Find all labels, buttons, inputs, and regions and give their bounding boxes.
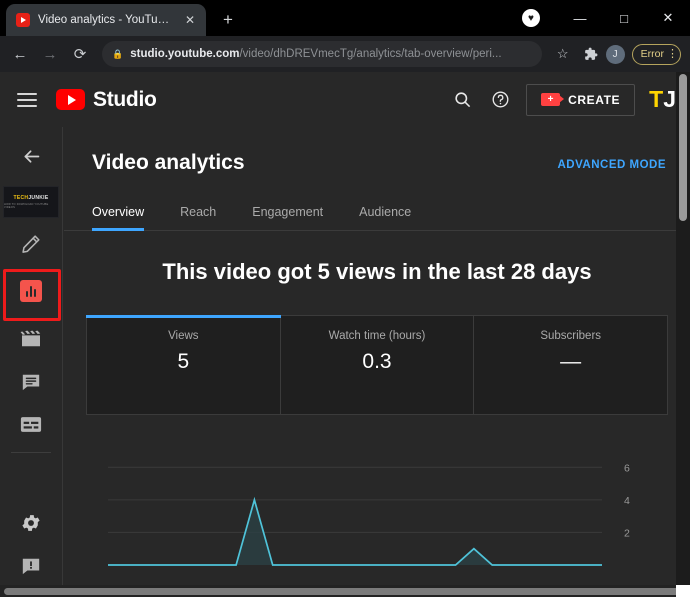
chart-y-tick-label: 2 — [624, 527, 630, 539]
create-button[interactable]: + CREATE — [526, 84, 635, 116]
lock-icon: 🔒 — [112, 49, 123, 60]
new-tab-button[interactable]: + — [214, 6, 242, 34]
search-icon[interactable] — [450, 88, 474, 112]
views-line-chart[interactable]: 2 4 6 — [86, 433, 668, 573]
reload-button[interactable]: ⟳ — [66, 40, 94, 68]
chart-y-tick-label: 4 — [624, 495, 630, 507]
avatar-initial-second: J — [663, 88, 676, 111]
video-thumbnail[interactable]: TECHJUNKIE HOW TO DOWNLOAD YOUTUBE VIDEO… — [3, 186, 59, 218]
metric-card-subscribers[interactable]: Subscribers — — [474, 316, 667, 414]
forward-button[interactable]: → — [36, 40, 64, 68]
metric-label: Watch time (hours) — [329, 330, 426, 342]
sidebar-item-editor[interactable] — [0, 317, 63, 360]
sidebar-item-subtitles[interactable] — [0, 403, 63, 446]
thumbnail-subtitle: HOW TO DOWNLOAD YOUTUBE VIDEOS — [4, 203, 58, 209]
scrollbar-thumb[interactable] — [4, 588, 690, 595]
thumbnail-title: TECHJUNKIE — [14, 195, 49, 201]
browser-tab[interactable]: Video analytics - YouTube Studio ✕ — [6, 4, 206, 36]
tab-title: Video analytics - YouTube Studio — [38, 14, 174, 26]
minimize-button[interactable]: — — [558, 0, 602, 36]
annotation-highlight-box — [3, 269, 61, 321]
three-dots-icon[interactable]: ⋮ — [667, 50, 677, 58]
sidebar-item-comments[interactable] — [0, 360, 63, 403]
chart-y-tick-label: 6 — [624, 462, 630, 474]
vertical-scrollbar[interactable] — [676, 72, 690, 585]
sidebar-item-send-feedback[interactable] — [0, 544, 63, 587]
analytics-headline: This video got 5 views in the last 28 da… — [64, 259, 690, 285]
metric-card-views[interactable]: Views 5 — [87, 316, 281, 414]
create-label: CREATE — [568, 93, 620, 107]
analytics-header: Video analytics ADVANCED MODE — [64, 127, 690, 175]
page-title: Video analytics — [92, 151, 245, 175]
video-sidebar: TECHJUNKIE HOW TO DOWNLOAD YOUTUBE VIDEO… — [0, 127, 63, 597]
metric-label: Views — [168, 330, 198, 342]
sidebar-back-button[interactable] — [0, 135, 63, 178]
tab-engagement[interactable]: Engagement — [252, 197, 341, 230]
youtube-logo-icon — [56, 89, 85, 110]
tab-audience[interactable]: Audience — [359, 197, 429, 230]
window-controls: ♥ — □ ✕ — [522, 0, 690, 36]
horizontal-scrollbar[interactable] — [0, 585, 676, 597]
analytics-main: Video analytics ADVANCED MODE Overview R… — [64, 127, 690, 597]
metric-value: 5 — [177, 350, 189, 374]
url-text: studio.youtube.com/video/dhDREVmecTg/ana… — [130, 48, 501, 60]
sidebar-divider — [11, 452, 51, 453]
window-close-button[interactable]: ✕ — [646, 0, 690, 36]
browser-toolbar: ← → ⟳ 🔒 studio.youtube.com/video/dhDREVm… — [0, 36, 690, 72]
analytics-tabs: Overview Reach Engagement Audience — [64, 197, 690, 231]
browser-window: Video analytics - YouTube Studio ✕ + ♥ —… — [0, 0, 690, 597]
sidebar-item-settings[interactable] — [0, 501, 63, 544]
sidebar-item-details[interactable] — [0, 222, 63, 265]
hamburger-icon[interactable] — [14, 87, 40, 113]
avatar-initial-first: T — [649, 88, 663, 111]
video-camera-plus-icon: + — [541, 93, 560, 106]
tab-reach[interactable]: Reach — [180, 197, 234, 230]
studio-logo[interactable]: Studio — [56, 88, 157, 112]
studio-header: Studio + CREATE TJ — [0, 72, 690, 127]
metric-card-watch-time[interactable]: Watch time (hours) 0.3 — [281, 316, 475, 414]
metric-value: 0.3 — [362, 350, 391, 374]
scrollbar-corner — [676, 585, 690, 597]
advanced-mode-link[interactable]: ADVANCED MODE — [557, 159, 666, 171]
profile-avatar[interactable]: J — [606, 45, 625, 64]
metric-value: — — [560, 350, 581, 374]
studio-logo-text: Studio — [93, 88, 157, 112]
heart-icon[interactable]: ♥ — [522, 9, 540, 27]
youtube-studio-page: Studio + CREATE TJ TE — [0, 72, 690, 597]
chart-svg: 2 4 6 — [86, 433, 668, 573]
youtube-icon — [16, 13, 30, 27]
metric-cards: Views 5 Watch time (hours) 0.3 Subscribe… — [86, 315, 668, 415]
help-icon[interactable] — [488, 88, 512, 112]
url-path: /video/dhDREVmecTg/analytics/tab-overvie… — [239, 48, 501, 60]
metric-label: Subscribers — [540, 330, 601, 342]
address-bar[interactable]: 🔒 studio.youtube.com/video/dhDREVmecTg/a… — [102, 41, 542, 67]
maximize-button[interactable]: □ — [602, 0, 646, 36]
star-icon[interactable]: ☆ — [550, 41, 576, 67]
avatar[interactable]: TJ — [649, 88, 676, 111]
close-icon[interactable]: ✕ — [182, 14, 198, 26]
error-badge[interactable]: Error ⋮ — [632, 44, 681, 65]
back-button[interactable]: ← — [6, 40, 34, 68]
url-host: studio.youtube.com — [130, 48, 239, 60]
studio-header-actions: + CREATE TJ — [450, 84, 676, 116]
error-label: Error — [641, 48, 664, 60]
puzzle-icon[interactable] — [578, 41, 604, 67]
sidebar-item-analytics[interactable] — [0, 265, 63, 317]
tab-overview[interactable]: Overview — [92, 197, 162, 230]
tab-strip: Video analytics - YouTube Studio ✕ + ♥ —… — [0, 0, 690, 36]
scrollbar-thumb[interactable] — [679, 74, 687, 221]
